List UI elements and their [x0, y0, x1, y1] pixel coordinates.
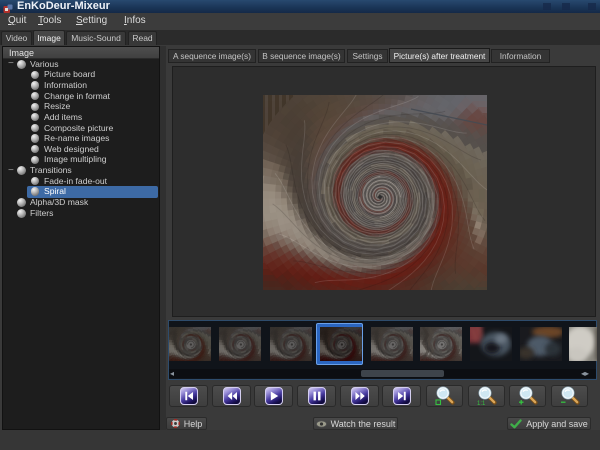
svg-text:1:1: 1:1	[477, 401, 486, 406]
